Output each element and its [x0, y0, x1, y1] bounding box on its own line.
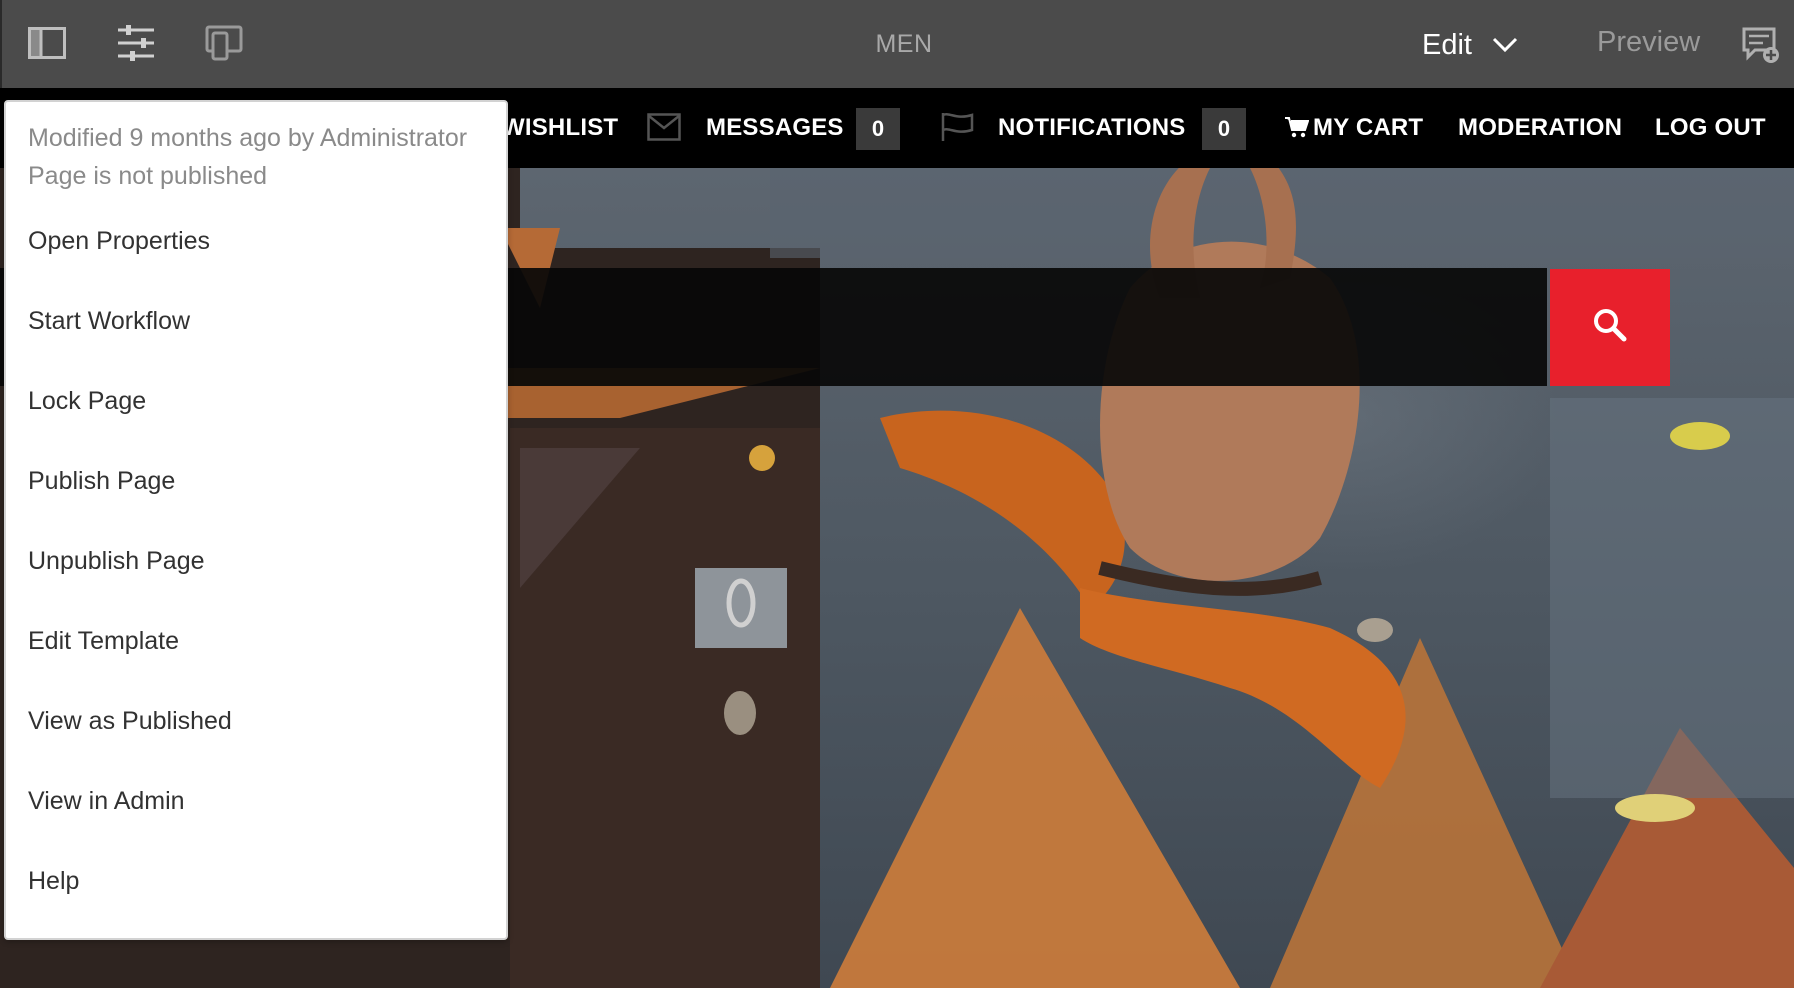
nav-messages[interactable]: MESSAGES: [706, 114, 844, 142]
menu-item-start-workflow[interactable]: Start Workflow: [28, 307, 190, 336]
flag-icon: [940, 112, 974, 142]
cart-icon: [1285, 116, 1309, 138]
modified-info: Modified 9 months ago by Administrator: [28, 124, 468, 152]
menu-item-edit-template[interactable]: Edit Template: [28, 627, 179, 656]
annotations-icon[interactable]: [1738, 22, 1784, 68]
menu-item-view-as-published[interactable]: View as Published: [28, 707, 232, 736]
publish-status: Page is not published: [28, 162, 268, 190]
menu-item-help[interactable]: Help: [28, 867, 79, 896]
menu-item-unpublish-page[interactable]: Unpublish Page: [28, 547, 205, 576]
nav-log-out[interactable]: LOG OUT: [1655, 114, 1766, 142]
envelope-icon: [647, 113, 681, 141]
nav-moderation[interactable]: MODERATION: [1458, 114, 1622, 142]
page-information-menu: Modified 9 months ago by Administrator P…: [4, 100, 508, 940]
search-icon: [1593, 308, 1627, 347]
preview-button[interactable]: Preview: [1597, 26, 1700, 59]
page-title: MEN: [875, 30, 933, 58]
nav-notifications[interactable]: NOTIFICATIONS: [998, 114, 1185, 142]
messages-count-badge: 0: [856, 108, 900, 150]
menu-item-open-properties[interactable]: Open Properties: [28, 227, 210, 256]
notifications-count-badge: 0: [1202, 108, 1246, 150]
chevron-down-icon: [1492, 37, 1518, 53]
mode-label: Edit: [1422, 28, 1472, 61]
menu-item-view-in-admin[interactable]: View in Admin: [28, 787, 185, 816]
menu-item-publish-page[interactable]: Publish Page: [28, 467, 175, 496]
mode-selector[interactable]: Edit: [1422, 24, 1518, 66]
menu-item-lock-page[interactable]: Lock Page: [28, 387, 146, 416]
nav-my-cart[interactable]: MY CART: [1313, 114, 1423, 142]
search-button[interactable]: [1550, 269, 1670, 386]
editor-toolbar: MEN Edit Preview: [0, 0, 1794, 88]
nav-wishlist[interactable]: WISHLIST: [502, 114, 618, 142]
